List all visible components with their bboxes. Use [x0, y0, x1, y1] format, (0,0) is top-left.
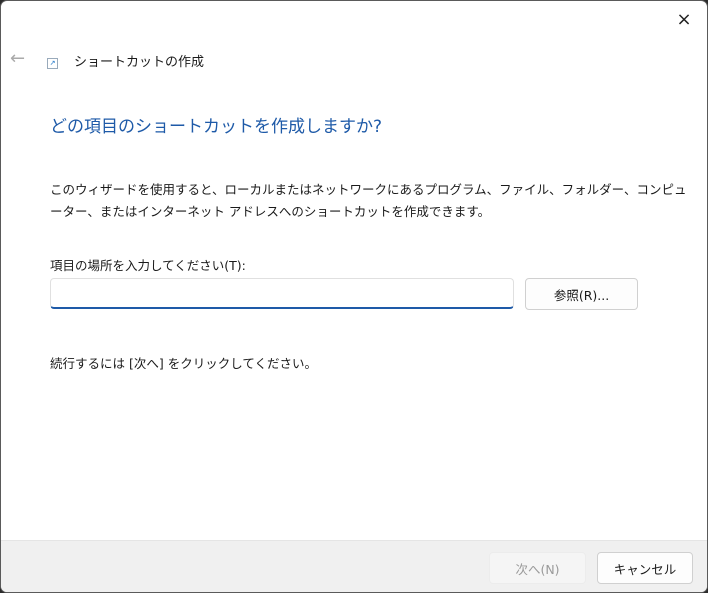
create-shortcut-dialog: × ← ↗ ショートカットの作成 どの項目のショートカットを作成しますか? この… [0, 0, 708, 593]
close-button[interactable]: × [661, 1, 707, 37]
description-text: このウィザードを使用すると、ローカルまたはネットワークにあるプログラム、ファイル… [50, 182, 687, 219]
location-label: 項目の場所を入力してください(T): [50, 258, 246, 273]
back-button[interactable]: ← [10, 48, 25, 69]
cancel-button[interactable]: キャンセル [597, 552, 693, 584]
footer-bar: 次へ(N) キャンセル [1, 540, 707, 592]
back-arrow-icon: ← [10, 48, 26, 69]
next-button[interactable]: 次へ(N) [489, 552, 586, 584]
browse-button[interactable]: 参照(R)... [525, 278, 638, 310]
page-heading: どの項目のショートカットを作成しますか? [50, 117, 383, 137]
close-icon: × [676, 8, 692, 30]
window-title: ショートカットの作成 [74, 55, 205, 70]
continue-hint: 続行するには [次へ] をクリックしてください。 [50, 356, 317, 371]
location-input[interactable] [50, 278, 514, 309]
shortcut-icon: ↗ [47, 58, 58, 69]
